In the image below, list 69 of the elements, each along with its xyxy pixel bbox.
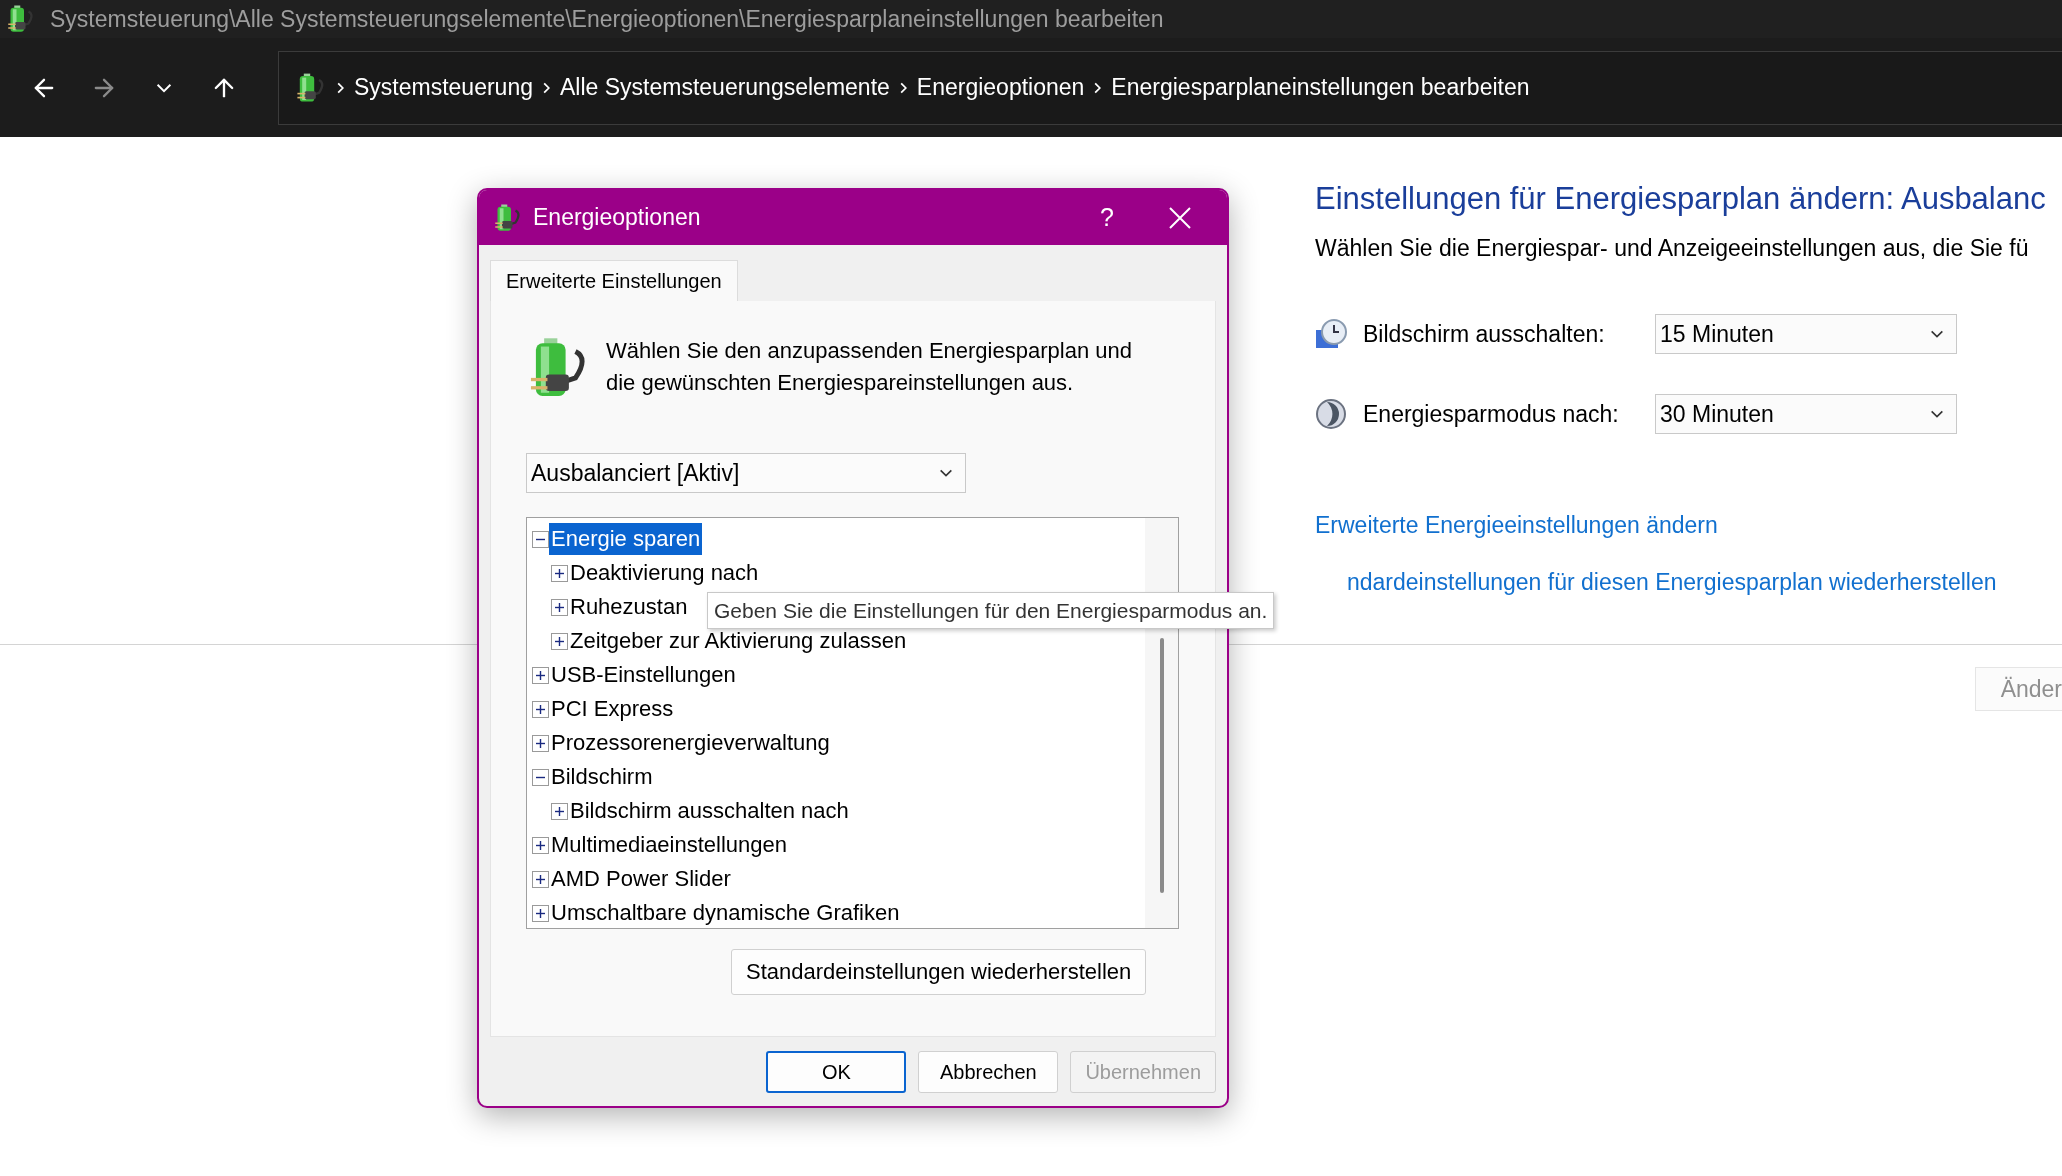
moon-icon <box>1315 398 1347 430</box>
tree-item[interactable]: Umschaltbare dynamische Grafiken <box>549 897 902 929</box>
tree-item[interactable]: Energie sparen <box>549 523 703 555</box>
expand-toggle[interactable] <box>551 564 568 582</box>
chevron-right-icon <box>337 81 344 94</box>
battery-plug-icon <box>493 202 523 233</box>
chevron-down-icon <box>1930 330 1944 338</box>
expand-toggle[interactable] <box>551 598 568 616</box>
plus-icon <box>554 635 565 647</box>
window-title: Systemsteuerung\Alle Systemsteuerungselemente\Energieoptionen\Energiesparplaneinstellungen bearbeiten <box>50 5 1164 33</box>
plus-icon <box>554 601 565 613</box>
expand-toggle[interactable] <box>532 768 549 786</box>
expand-toggle[interactable] <box>532 666 549 684</box>
breadcrumb-item[interactable]: Systemsteuerung <box>354 74 533 101</box>
plus-icon <box>535 669 546 681</box>
expand-toggle[interactable] <box>532 734 549 752</box>
chevron-right-icon <box>899 81 907 94</box>
chevron-right-icon <box>1094 81 1102 94</box>
tree-item[interactable]: Ruhezustan <box>568 591 690 623</box>
tree-item[interactable]: PCI Express <box>549 693 676 725</box>
expand-toggle[interactable] <box>532 836 549 854</box>
expand-toggle[interactable] <box>532 700 549 718</box>
setting-label: Bildschirm ausschalten: <box>1363 320 1606 348</box>
expand-toggle[interactable] <box>532 870 549 888</box>
plus-icon <box>554 805 565 817</box>
setting-label: Energiesparmodus nach: <box>1363 400 1620 428</box>
page-description: Wählen Sie die Energiespar- und Anzeigeeinstellungen aus, die Sie fü <box>1315 235 2030 262</box>
plus-icon <box>535 703 546 715</box>
breadcrumb-item[interactable]: Alle Systemsteuerungselemente <box>560 74 890 101</box>
breadcrumb-item[interactable]: Energiesparplaneinstellungen bearbeiten <box>1111 74 1530 101</box>
expand-toggle[interactable] <box>551 802 568 820</box>
settings-link[interactable]: Erweiterte Energieeinstellungen ändern <box>1315 512 1718 538</box>
page-heading: Einstellungen für Energiesparplan ändern: Ausbalanc <box>1315 181 2047 217</box>
help-button[interactable]: ? <box>1077 202 1137 233</box>
plus-icon <box>535 873 546 885</box>
plus-icon <box>535 839 546 851</box>
intro-text: Wählen Sie den anzupassenden Energiesparplan und die gewünschten Energiespareinstellungen aus. <box>606 337 1133 397</box>
dialog-title: Energieoptionen <box>533 204 702 231</box>
breadcrumb-item[interactable]: Energieoptionen <box>916 74 1085 101</box>
tree-item[interactable]: AMD Power Slider <box>549 863 733 895</box>
chevron-down-icon <box>939 469 953 477</box>
address-bar[interactable]: Systemsteuerung Alle Systemsteuerungselemente Energieoptionen Energiesparplaneinstellungen bearbeiten <box>278 50 2062 125</box>
tree-item[interactable]: Multimediaeinstellungen <box>549 829 790 861</box>
battery-plug-icon <box>6 4 36 34</box>
chevron-right-icon <box>543 81 550 94</box>
power-plan-dropdown[interactable]: Ausbalanciert [Aktiv] <box>526 453 966 493</box>
tree-item[interactable]: Bildschirm <box>549 761 655 793</box>
expand-toggle[interactable] <box>551 632 568 650</box>
settings-link[interactable]: ndardeinstellungen für diesen Energiesparplan wiederherstellen <box>1347 569 1997 595</box>
tree-item[interactable]: Prozessorenergieverwaltung <box>549 727 832 759</box>
minutes-dropdown[interactable]: 15 Minuten <box>1655 314 1957 354</box>
tree-item[interactable]: Bildschirm ausschalten nach <box>568 795 851 827</box>
close-icon <box>1169 206 1191 229</box>
restore-defaults-button[interactable]: Standardeinstellungen wiederherstellen <box>731 949 1147 995</box>
tree-item[interactable]: Deaktivierung nach <box>568 557 761 589</box>
expand-toggle[interactable] <box>532 530 549 548</box>
dialog-button[interactable]: OK <box>766 1051 907 1093</box>
plus-icon <box>535 907 546 919</box>
tooltip: Geben Sie die Einstellungen für den Energiesparmodus an. <box>707 592 1275 629</box>
chevron-down-icon <box>1930 410 1944 418</box>
minutes-dropdown[interactable]: 30 Minuten <box>1655 394 1957 434</box>
plus-icon <box>554 567 565 579</box>
tree-item[interactable]: USB-Einstellungen <box>549 659 738 691</box>
chevron-down-icon <box>156 82 172 93</box>
clock-monitor-icon <box>1315 318 1347 350</box>
plus-icon <box>535 737 546 749</box>
dialog-button[interactable]: Abbrechen <box>918 1051 1059 1093</box>
dialog-tab[interactable]: Erweiterte Einstellungen <box>490 260 738 301</box>
expand-toggle[interactable] <box>532 904 549 922</box>
